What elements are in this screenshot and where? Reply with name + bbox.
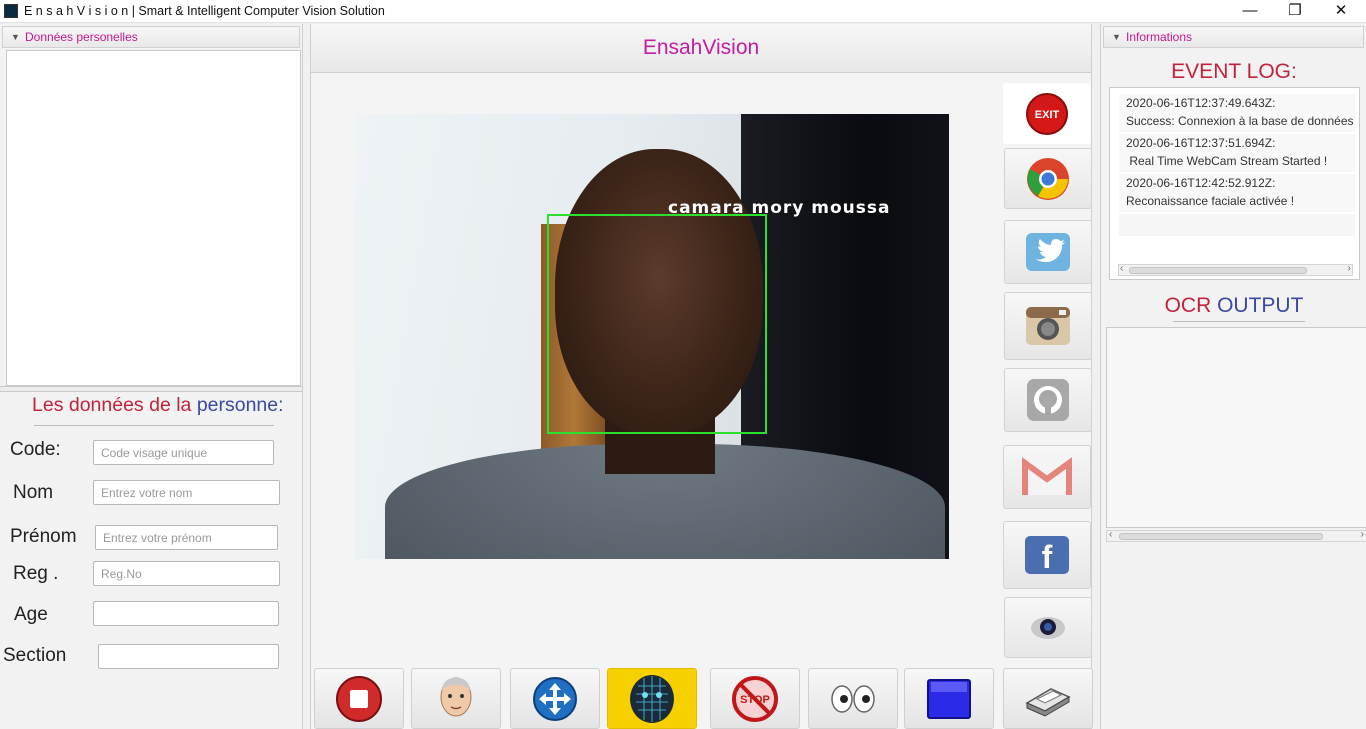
eyes-icon — [831, 684, 875, 713]
exit-button[interactable]: EXIT — [1003, 83, 1091, 144]
maximize-button[interactable]: ❐ — [1272, 0, 1318, 22]
face-avatar-icon — [440, 677, 472, 716]
scroll-right-arrow-icon[interactable]: › — [1348, 263, 1351, 274]
event-log-title: EVENT LOG: — [1171, 60, 1297, 83]
blue-square-button[interactable] — [904, 668, 994, 729]
code-input[interactable] — [93, 440, 274, 465]
title-underline — [34, 425, 274, 426]
app-icon — [4, 4, 18, 18]
eyes-button[interactable] — [808, 668, 898, 729]
reg-label: Reg . — [13, 563, 59, 584]
log-time: 2020-06-16T12:42:52.912Z: — [1126, 176, 1276, 190]
blue-square-icon — [927, 678, 971, 719]
instagram-icon — [1026, 307, 1070, 345]
scroll-right-arrow-icon[interactable]: › — [1361, 529, 1364, 540]
gmail-icon — [1022, 457, 1072, 495]
stop-record-button[interactable] — [314, 668, 404, 729]
center-panel: EnsahVision camara mory moussa EXIT f — [310, 24, 1093, 729]
nom-input[interactable] — [93, 480, 280, 505]
log-message: Reconaissance faciale activée ! — [1126, 194, 1295, 208]
left-panel: ▼ Données personelles Les données de la … — [0, 24, 303, 729]
log-message: Real Time WebCam Stream Started ! — [1126, 154, 1328, 168]
window-titlebar: E n s a h V i s i o n | Smart & Intellig… — [0, 0, 1366, 23]
exit-icon: EXIT — [1026, 92, 1068, 135]
ocr-horizontal-scrollbar[interactable]: ‹ › — [1106, 529, 1366, 542]
section-input[interactable] — [98, 644, 279, 669]
log-entry: 2020-06-16T12:42:52.912Z: Reconaissance … — [1119, 174, 1355, 212]
scanner-icon — [1025, 687, 1071, 717]
instagram-button[interactable] — [1004, 292, 1092, 360]
ocr-output-area[interactable] — [1106, 327, 1366, 528]
age-label: Age — [14, 604, 48, 625]
ocr-output-text — [1107, 328, 1366, 340]
face-detection-box — [547, 214, 767, 434]
close-button[interactable]: ✕ — [1318, 0, 1364, 22]
prenom-label: Prénom — [10, 526, 77, 547]
scroll-thumb[interactable] — [1119, 533, 1323, 540]
twitter-button[interactable] — [1004, 220, 1092, 284]
log-entry-empty — [1119, 214, 1355, 236]
age-input[interactable] — [93, 601, 279, 626]
github-icon — [1027, 379, 1069, 421]
stop-sign-button[interactable]: STOP — [710, 668, 800, 729]
nom-label: Nom — [13, 482, 54, 503]
log-time: 2020-06-16T12:37:49.643Z: — [1126, 96, 1276, 110]
right-panel: ▼ Informations EVENT LOG: 2020-06-16T12:… — [1100, 24, 1366, 729]
collapse-triangle-icon: ▼ — [1112, 32, 1121, 42]
scroll-thumb[interactable] — [1129, 267, 1307, 274]
move-arrows-icon — [533, 676, 577, 721]
minimize-button[interactable]: — — [1227, 0, 1273, 22]
prenom-input[interactable] — [95, 525, 278, 550]
split-divider[interactable] — [0, 386, 302, 392]
chrome-icon — [1027, 157, 1069, 200]
face-mesh-icon — [630, 674, 674, 723]
event-log-list[interactable]: 2020-06-16T12:37:49.643Z: Success: Conne… — [1109, 87, 1360, 280]
recognized-name: camara mory moussa — [668, 198, 891, 218]
app-title: EnsahVision — [311, 24, 1091, 73]
ocr-output-title: OCR OUTPUT — [1164, 294, 1304, 317]
webcam-icon — [1031, 616, 1065, 639]
log-entry: 2020-06-16T12:37:51.694Z: Real Time WebC… — [1119, 134, 1355, 172]
informations-header[interactable]: ▼ Informations — [1103, 26, 1364, 48]
scroll-left-arrow-icon[interactable]: ‹ — [1120, 263, 1123, 274]
scanner-button[interactable] — [1003, 668, 1093, 729]
log-entry: 2020-06-16T12:37:49.643Z: Success: Conne… — [1119, 94, 1355, 132]
stop-sign-icon: STOP — [732, 675, 778, 722]
personal-data-header[interactable]: ▼ Données personelles — [2, 26, 300, 48]
log-horizontal-scrollbar[interactable]: ‹ › — [1118, 263, 1353, 276]
scroll-left-arrow-icon[interactable]: ‹ — [1109, 529, 1112, 540]
twitter-icon — [1026, 233, 1070, 271]
code-label: Code: — [10, 439, 61, 460]
ocr-title-underline — [1173, 321, 1305, 322]
exit-label: EXIT — [1035, 109, 1060, 121]
webcam-button[interactable] — [1004, 597, 1092, 658]
reg-input[interactable] — [93, 561, 280, 586]
informations-header-label: Informations — [1126, 30, 1193, 44]
facebook-button[interactable]: f — [1003, 521, 1091, 589]
stop-record-icon — [336, 675, 382, 722]
facebook-icon: f — [1025, 536, 1069, 575]
gmail-button[interactable] — [1003, 445, 1091, 509]
move-arrows-button[interactable] — [510, 668, 600, 729]
github-button[interactable] — [1004, 368, 1092, 432]
collapse-triangle-icon: ▼ — [11, 32, 20, 42]
face-mesh-button[interactable] — [607, 668, 697, 729]
window-title: E n s a h V i s i o n | Smart & Intellig… — [24, 4, 385, 18]
webcam-feed: camara mory moussa — [355, 114, 949, 559]
person-list[interactable] — [6, 50, 301, 386]
log-message: Success: Connexion à la base de données … — [1126, 114, 1355, 128]
face-avatar-button[interactable] — [411, 668, 501, 729]
svg-text:f: f — [1042, 539, 1053, 575]
personal-data-header-label: Données personelles — [25, 30, 138, 44]
person-form-title: Les données de la personne: — [32, 394, 284, 416]
section-label: Section — [3, 645, 67, 666]
chrome-button[interactable] — [1004, 148, 1092, 209]
log-time: 2020-06-16T12:37:51.694Z: — [1126, 136, 1276, 150]
